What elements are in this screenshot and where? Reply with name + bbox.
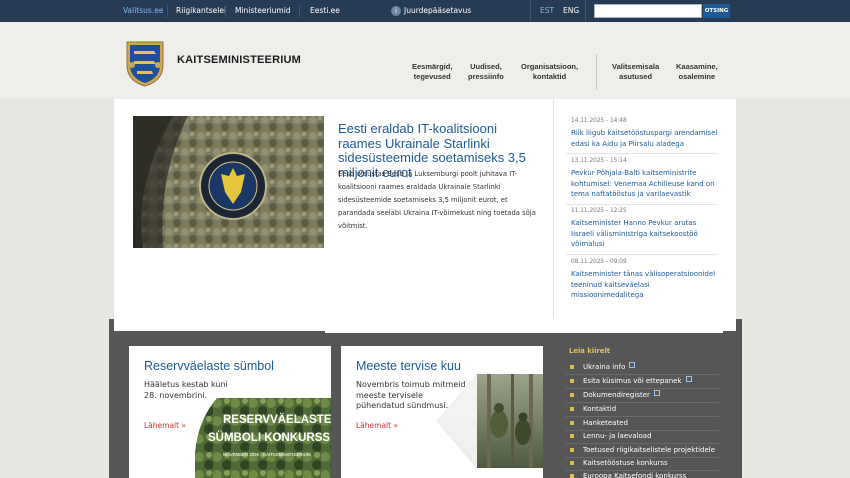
card-text-line: Hääletus kestab kuni bbox=[144, 380, 228, 389]
soldier-patch-image bbox=[133, 116, 324, 248]
divider bbox=[566, 204, 717, 205]
nav-organisatsioon[interactable]: Organisatsioon, kontaktid bbox=[521, 62, 578, 81]
divider bbox=[566, 254, 717, 255]
quick-link-label: Kaitsetööstuse konkurss bbox=[583, 459, 668, 467]
news-item: 11.11.2025 - 12:25 Kaitseminister Hanno … bbox=[571, 207, 721, 250]
nav-label: kontaktid bbox=[532, 71, 567, 81]
nav-label: Kaasamine, bbox=[676, 62, 718, 71]
topbar-link-valitsus[interactable]: Valitsus.ee bbox=[123, 0, 163, 22]
bullet-icon bbox=[570, 434, 574, 438]
news-title[interactable]: Kaitseminister tänas välisoperatsioonide… bbox=[571, 269, 721, 301]
lead-summary: Eesti otsustas Eesti ja Luksemburgi pool… bbox=[338, 170, 536, 230]
accessibility-icon[interactable]: i bbox=[391, 6, 401, 16]
nav-label: pressiinfo bbox=[468, 71, 504, 81]
divider bbox=[299, 5, 300, 17]
nav-label: osalemine bbox=[678, 71, 716, 81]
bullet-icon bbox=[570, 461, 574, 465]
search-input[interactable] bbox=[594, 4, 702, 18]
quick-link-label: Euroopa Kaitsefondi konkurss bbox=[583, 472, 687, 478]
nav-label: Eesmärgid, bbox=[412, 62, 453, 71]
brand-name[interactable]: Kaitseministeerium bbox=[177, 54, 301, 66]
card-title[interactable]: Reservväelaste sümbol bbox=[144, 359, 274, 373]
divider bbox=[566, 153, 717, 154]
external-link-icon bbox=[653, 390, 660, 396]
topbar-link-riigikantselei[interactable]: Riigikantselei bbox=[176, 0, 226, 22]
content-strip bbox=[325, 320, 723, 333]
news-item: 14.11.2025 - 14:48 Riik liigub kaitsetöö… bbox=[571, 117, 721, 149]
external-link-icon bbox=[629, 362, 636, 368]
topbar-link-eesti[interactable]: Eesti.ee bbox=[310, 0, 340, 22]
sidebar-divider bbox=[553, 99, 554, 319]
bullet-icon bbox=[570, 407, 574, 411]
nav-kaasamine[interactable]: Kaasamine, osalemine bbox=[676, 62, 718, 81]
bullet-icon bbox=[570, 421, 574, 425]
quick-links-title: Leia kiirelt bbox=[569, 347, 610, 355]
news-item: 13.11.2025 - 15:14 Pevkur Põhjala-Balti … bbox=[571, 157, 721, 200]
accessibility-link[interactable]: Juurdepääsetavus bbox=[404, 0, 471, 22]
language-switcher: EST ENG bbox=[530, 0, 586, 22]
reserve-contest-banner: RESERVVÄELASTE SÜMBOLI KONKURSS NOVEMBER… bbox=[195, 398, 331, 478]
banner-line-1: RESERVVÄELASTE bbox=[223, 413, 331, 426]
banner-line-3: NOVEMBER 2025 · KAITSEMINISTEERIUM bbox=[223, 452, 311, 457]
bullet-icon bbox=[570, 365, 574, 369]
bullet-icon bbox=[570, 379, 574, 383]
news-date: 13.11.2025 - 15:14 bbox=[571, 158, 627, 164]
quick-link-label: Kontaktid bbox=[583, 405, 617, 413]
nav-label: asutused bbox=[619, 71, 653, 81]
divider bbox=[225, 5, 226, 17]
bullet-icon bbox=[570, 448, 574, 452]
lead-image[interactable] bbox=[133, 116, 324, 248]
nav-label: Uudised, bbox=[470, 62, 502, 71]
quick-link-label: Esita küsimus või ettepanek bbox=[583, 377, 682, 385]
top-bar: Valitsus.ee Riigikantselei Ministeeriumi… bbox=[0, 0, 850, 22]
read-more-link[interactable]: Lähemalt » bbox=[356, 421, 398, 430]
news-title[interactable]: Riik liigub kaitsetööstuspargi arendamis… bbox=[571, 128, 721, 149]
promo-card-mens-health[interactable]: Meeste tervise kuu Novembris toimub mitm… bbox=[341, 346, 543, 478]
nav-label: tegevused bbox=[413, 71, 451, 81]
nav-label: Organisatsioon, bbox=[521, 62, 579, 71]
nav-valitsemisala[interactable]: Valitsemisala asutused bbox=[612, 62, 659, 81]
search-button[interactable]: OTSING bbox=[703, 4, 730, 18]
quick-link-label: Ukraina info bbox=[583, 363, 626, 371]
news-item: 08.11.2025 - 09:09 Kaitseminister tänas … bbox=[571, 258, 721, 301]
news-date: 14.11.2025 - 14:48 bbox=[571, 118, 627, 124]
external-link-icon bbox=[685, 376, 692, 382]
quick-link-label: Toetused riigikaitselistele projektidele bbox=[583, 446, 716, 454]
lang-eng[interactable]: ENG bbox=[563, 0, 579, 22]
news-date: 11.11.2025 - 12:25 bbox=[571, 208, 627, 214]
nav-label: Valitsemisala bbox=[612, 62, 660, 71]
quick-link-label: Lennu- ja laevaload bbox=[583, 432, 652, 440]
news-title[interactable]: Pevkur Põhjala-Balti kaitseministrite ko… bbox=[571, 168, 721, 200]
nav-uudised[interactable]: Uudised, pressiinfo bbox=[468, 62, 504, 81]
topbar-link-ministeeriumid[interactable]: Ministeeriumid bbox=[235, 0, 291, 22]
soldiers-photo bbox=[437, 374, 543, 468]
bullet-icon bbox=[570, 474, 574, 478]
coat-of-arms-icon[interactable] bbox=[124, 39, 166, 87]
divider bbox=[167, 5, 168, 17]
bullet-icon bbox=[570, 393, 574, 397]
nav-eesmargid[interactable]: Eesmärgid, tegevused bbox=[412, 62, 452, 81]
site-header: Kaitseministeerium Eesmärgid, tegevused … bbox=[0, 22, 850, 99]
quick-link-label: Dokumendiregister bbox=[583, 391, 650, 399]
card-title[interactable]: Meeste tervise kuu bbox=[356, 359, 461, 373]
news-title[interactable]: Kaitseminister Hanno Pevkur arutas Iisra… bbox=[571, 218, 721, 250]
promo-card-reserve[interactable]: Reservväelaste sümbol Hääletus kestab ku… bbox=[129, 346, 331, 478]
quick-link-label: Hanketeated bbox=[583, 419, 628, 427]
lang-est[interactable]: EST bbox=[540, 0, 554, 22]
nav-divider bbox=[596, 54, 597, 90]
news-date: 08.11.2025 - 09:09 bbox=[571, 259, 627, 265]
banner-line-2: SÜMBOLI KONKURSS bbox=[208, 431, 330, 444]
read-more-link[interactable]: Lähemalt » bbox=[144, 421, 186, 430]
